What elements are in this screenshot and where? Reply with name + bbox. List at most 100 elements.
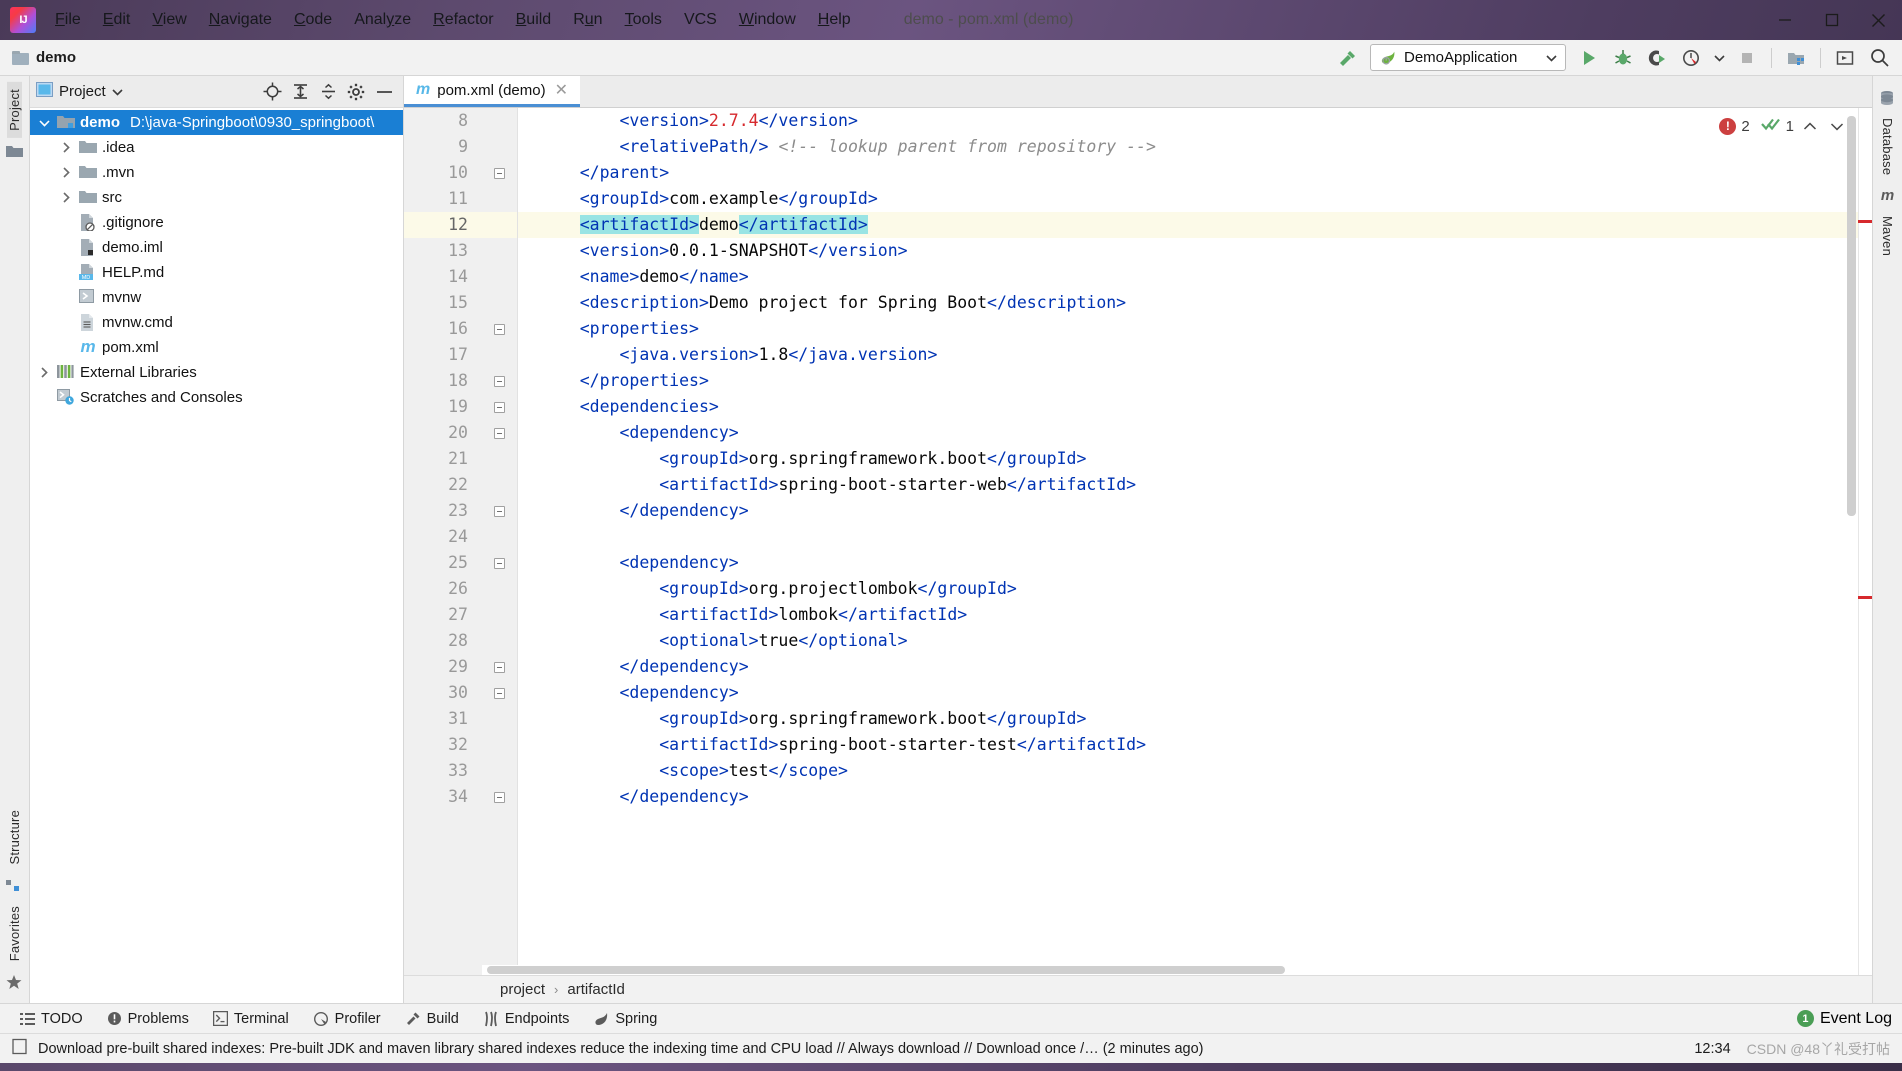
event-log-label[interactable]: Event Log [1820, 1010, 1892, 1028]
chevron-down-icon[interactable] [36, 115, 52, 131]
code-line[interactable] [518, 524, 1858, 550]
menu-item-navigate[interactable]: Navigate [198, 7, 283, 33]
tree-node-help-md[interactable]: MD HELP.md [30, 260, 403, 285]
tree-node-demo-iml[interactable]: demo.iml [30, 235, 403, 260]
code-line[interactable]: <relativePath/> <!-- lookup parent from … [518, 134, 1858, 160]
run-play-icon[interactable] [1574, 44, 1604, 72]
line-number[interactable]: 10 [404, 160, 482, 186]
notification-icon[interactable] [12, 1038, 28, 1059]
line-number[interactable]: 31 [404, 706, 482, 732]
menu-item-code[interactable]: Code [283, 7, 343, 33]
code-editor[interactable]: 8 9 10 11 12 13 14 15 16 17 18 19 20 21 22 23 24 25 26 27 28… [404, 108, 1872, 975]
line-number[interactable]: 14 [404, 264, 482, 290]
sidebar-item-maven[interactable]: Maven [1880, 209, 1895, 263]
fold-collapse-icon[interactable] [482, 368, 517, 394]
window-icon[interactable] [1830, 44, 1860, 72]
tool-window-build[interactable]: Build [395, 1008, 469, 1030]
code-text-area[interactable]: <version>2.7.4</version> <relativePath/>… [518, 108, 1858, 975]
menu-item-analyze[interactable]: Analyze [343, 7, 422, 33]
code-folding-gutter[interactable] [482, 108, 518, 975]
maven-m-icon[interactable]: m [1879, 188, 1896, 203]
fold-collapse-icon[interactable] [482, 550, 517, 576]
code-line[interactable]: <optional>true</optional> [518, 628, 1858, 654]
sidebar-item-database[interactable]: Database [1880, 111, 1895, 182]
code-line[interactable]: <description>Demo project for Spring Boo… [518, 290, 1858, 316]
code-line[interactable]: <groupId>org.springframework.boot</group… [518, 706, 1858, 732]
code-line[interactable]: <dependency> [518, 680, 1858, 706]
chevron-right-icon[interactable] [36, 365, 52, 381]
fold-collapse-icon[interactable] [482, 160, 517, 186]
code-line[interactable]: <java.version>1.8</java.version> [518, 342, 1858, 368]
tree-node-mvnw-cmd[interactable]: mvnw.cmd [30, 310, 403, 335]
profiler-dropdown-chevron-down-icon[interactable] [1710, 44, 1728, 72]
line-number[interactable]: 22 [404, 472, 482, 498]
minimize-icon[interactable] [1761, 0, 1808, 40]
chevron-right-icon[interactable] [58, 190, 74, 206]
code-line[interactable]: <groupId>com.example</groupId> [518, 186, 1858, 212]
line-number[interactable]: 27 [404, 602, 482, 628]
code-line[interactable]: </properties> [518, 368, 1858, 394]
error-stripe-mark[interactable] [1858, 596, 1872, 599]
menu-item-window[interactable]: Window [728, 7, 807, 33]
line-number[interactable]: 11 [404, 186, 482, 212]
line-number-gutter[interactable]: 8 9 10 11 12 13 14 15 16 17 18 19 20 21 22 23 24 25 26 27 28… [404, 108, 482, 975]
breadcrumb-project[interactable]: demo [12, 49, 76, 66]
code-line[interactable]: <dependency> [518, 550, 1858, 576]
fold-collapse-icon[interactable] [482, 394, 517, 420]
tool-window-problems[interactable]: Problems [97, 1008, 199, 1030]
menu-item-refactor[interactable]: Refactor [422, 7, 504, 33]
sidebar-item-structure[interactable]: Structure [7, 803, 22, 872]
code-line[interactable]: <name>demo</name> [518, 264, 1858, 290]
tab-pom-xml[interactable]: m pom.xml (demo) ✕ [404, 76, 580, 107]
chevron-right-icon[interactable] [58, 140, 74, 156]
tree-node-idea[interactable]: .idea [30, 135, 403, 160]
close-icon[interactable]: ✕ [555, 80, 568, 100]
stop-square-icon[interactable] [1732, 44, 1762, 72]
line-number[interactable]: 19 [404, 394, 482, 420]
line-number[interactable]: 29 [404, 654, 482, 680]
code-line[interactable]: <groupId>org.projectlombok</groupId> [518, 576, 1858, 602]
line-number[interactable]: 24 [404, 524, 482, 550]
fold-collapse-icon[interactable] [482, 654, 517, 680]
tree-node-gitignore[interactable]: .gitignore [30, 210, 403, 235]
fold-collapse-icon[interactable] [482, 316, 517, 342]
status-message[interactable]: Download pre-built shared indexes: Pre-b… [38, 1041, 1203, 1057]
editor-horizontal-scrollbar[interactable] [482, 965, 1858, 975]
tree-node-mvnw[interactable]: mvnw [30, 285, 403, 310]
line-number[interactable]: 18 [404, 368, 482, 394]
fold-collapse-icon[interactable] [482, 680, 517, 706]
line-number[interactable]: 15 [404, 290, 482, 316]
line-number[interactable]: 12 [404, 212, 482, 238]
menu-item-help[interactable]: Help [807, 7, 862, 33]
coverage-icon[interactable] [1642, 44, 1672, 72]
line-number[interactable]: 33 [404, 758, 482, 784]
breadcrumb-item-artifactid[interactable]: artifactId [567, 981, 625, 998]
close-icon[interactable] [1855, 0, 1902, 40]
chevron-up-icon[interactable] [1799, 118, 1821, 135]
code-line[interactable]: </dependency> [518, 654, 1858, 680]
menu-item-build[interactable]: Build [505, 7, 563, 33]
line-number[interactable]: 23 [404, 498, 482, 524]
fold-collapse-icon[interactable] [482, 784, 517, 810]
search-icon[interactable] [1864, 44, 1894, 72]
sidebar-item-project[interactable]: Project [7, 82, 22, 138]
error-stripe-mark[interactable] [1858, 220, 1872, 223]
code-line[interactable]: <version>2.7.4</version> [518, 108, 1858, 134]
code-line[interactable]: </parent> [518, 160, 1858, 186]
tree-node-demo[interactable]: demo D:\java-Springboot\0930_springboot\ [30, 110, 403, 135]
tree-node-scratches-and-consoles[interactable]: Scratches and Consoles [30, 385, 403, 410]
chevron-down-icon[interactable] [1546, 49, 1557, 66]
project-tree[interactable]: demo D:\java-Springboot\0930_springboot\.… [30, 108, 403, 1003]
hide-panel-minimize-icon[interactable] [371, 80, 397, 104]
structure-icon[interactable] [6, 878, 23, 893]
code-line[interactable]: <version>0.0.1-SNAPSHOT</version> [518, 238, 1858, 264]
expand-all-icon[interactable] [287, 80, 313, 104]
star-icon[interactable] [6, 974, 23, 989]
code-line[interactable]: <artifactId>demo</artifactId> [518, 212, 1858, 238]
tool-window-terminal[interactable]: Terminal [203, 1008, 299, 1030]
run-configuration-selector[interactable]: DemoApplication [1370, 44, 1566, 71]
line-number[interactable]: 13 [404, 238, 482, 264]
build-hammer-icon[interactable] [1332, 44, 1362, 72]
line-number[interactable]: 32 [404, 732, 482, 758]
chevron-down-icon[interactable] [1826, 118, 1848, 135]
